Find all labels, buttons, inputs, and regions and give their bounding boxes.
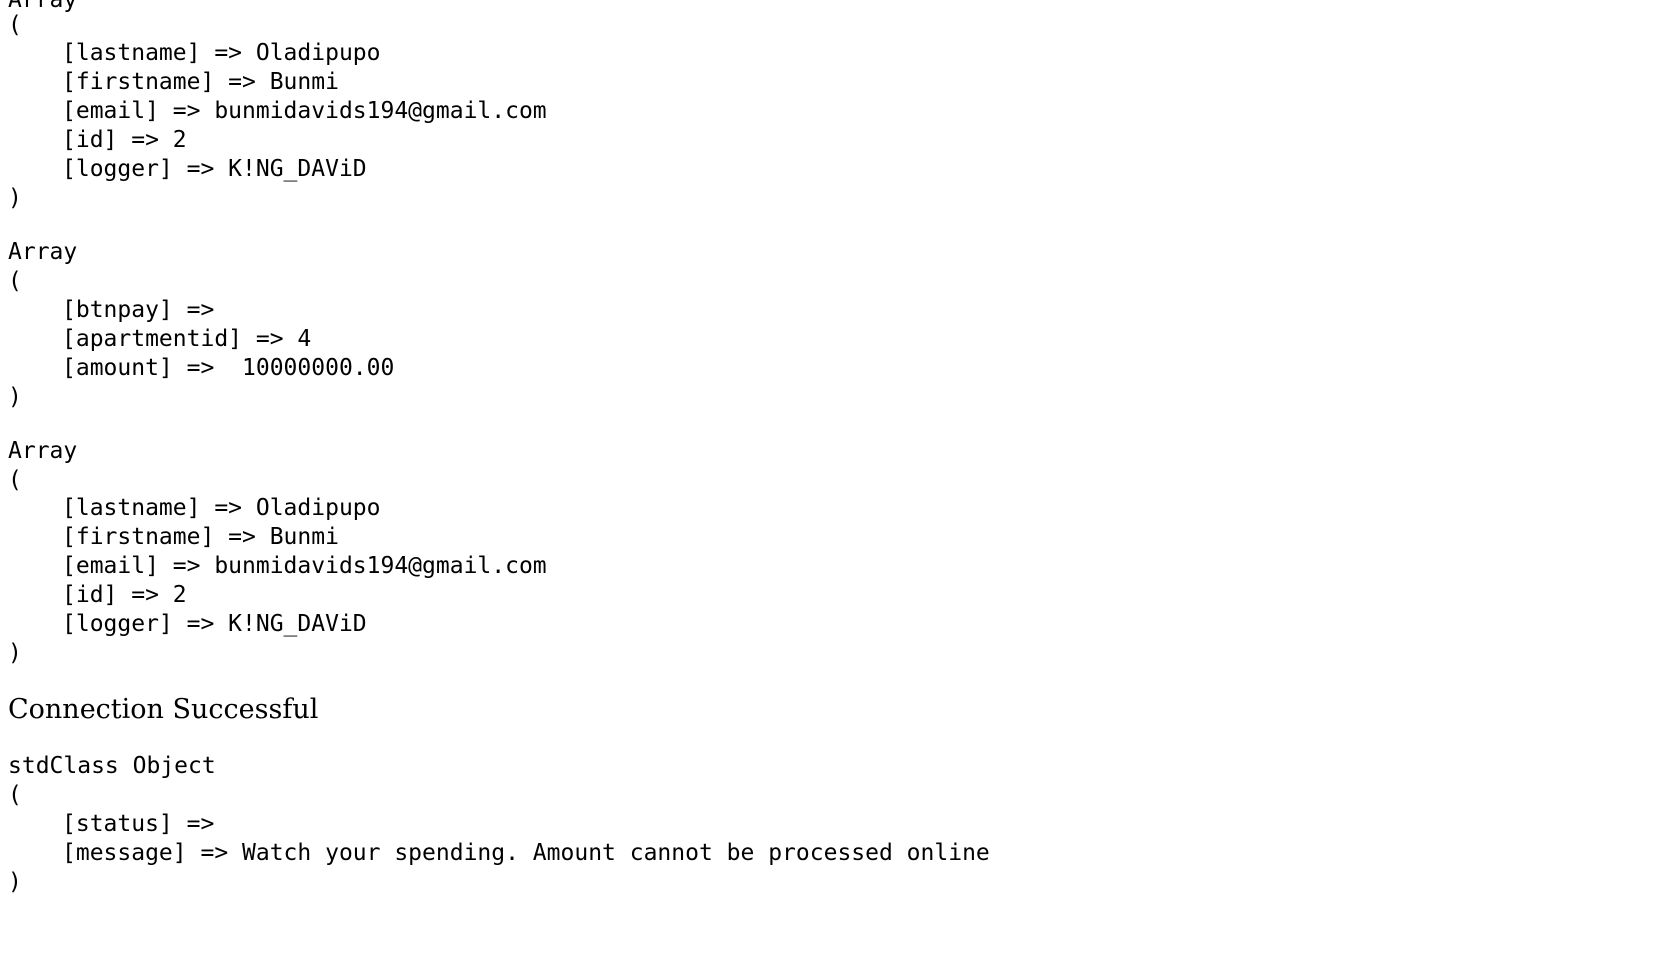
array-close-paren: ) [8, 185, 22, 211]
object-header: stdClass Object [8, 753, 216, 779]
array-entry-apartmentid: [apartmentid] => 4 [62, 326, 312, 352]
array-entry-email: [email] => bunmidavids194@gmail.com [62, 98, 547, 124]
array-entry-amount: [amount] => 10000000.00 [62, 355, 395, 381]
array-entry-logger: [logger] => K!NG_DAViD [62, 156, 367, 182]
array-open-paren: ( [8, 268, 22, 294]
object-entry-message: [message] => Watch your spending. Amount… [62, 840, 990, 866]
object-open-paren: ( [8, 782, 22, 808]
array-entry-btnpay: [btnpay] => [62, 297, 215, 323]
array-entry-logger: [logger] => K!NG_DAViD [62, 611, 367, 637]
array-entry-lastname: [lastname] => Oladipupo [62, 40, 381, 66]
array-entry-firstname: [firstname] => Bunmi [62, 69, 339, 95]
object-entry-status: [status] => [62, 811, 215, 837]
array-entry-firstname: [firstname] => Bunmi [62, 524, 339, 550]
object-close-paren: ) [8, 869, 22, 895]
array-open-paren: ( [8, 12, 22, 38]
array-entry-email: [email] => bunmidavids194@gmail.com [62, 553, 547, 579]
array-close-paren: ) [8, 640, 22, 666]
array-open-paren: ( [8, 467, 22, 493]
array-header: Array [8, 239, 78, 265]
array-close-paren: ) [8, 384, 22, 410]
array-entry-id: [id] => 2 [62, 127, 187, 153]
array-header: Array [8, 438, 78, 464]
connection-status-message: Connection Successful [8, 694, 319, 725]
array-entry-id: [id] => 2 [62, 582, 187, 608]
array-entry-lastname: [lastname] => Oladipupo [62, 495, 381, 521]
